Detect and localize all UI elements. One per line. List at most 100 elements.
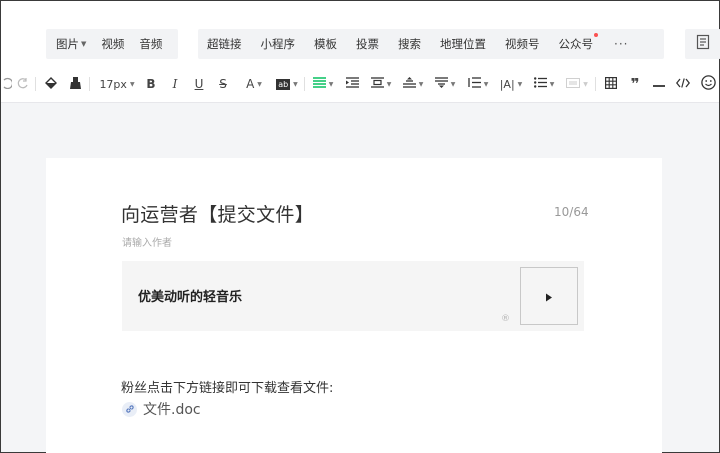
border-style-button[interactable]: ▼ bbox=[564, 75, 590, 93]
title-char-count: 10/64 bbox=[554, 205, 589, 219]
chevron-down-icon: ▼ bbox=[293, 80, 298, 88]
more-button[interactable]: ··· bbox=[614, 37, 628, 51]
insert-miniprogram-button[interactable]: 小程序 bbox=[261, 36, 296, 52]
paragraph-indent-icon bbox=[370, 77, 384, 91]
chevron-down-icon: ▼ bbox=[81, 40, 87, 48]
undo-button[interactable] bbox=[1, 75, 14, 93]
insert-search-button[interactable]: 搜索 bbox=[398, 36, 421, 52]
insert-official-account-button[interactable]: 公众号 bbox=[558, 33, 598, 52]
insert-search-label: 搜索 bbox=[398, 37, 421, 51]
play-icon bbox=[545, 287, 553, 306]
underline-label: U bbox=[194, 77, 204, 91]
undo-icon bbox=[2, 77, 14, 92]
background-color-label: ab bbox=[276, 78, 291, 90]
copyright-mark: ® bbox=[501, 314, 510, 324]
quote-icon: ❞ bbox=[630, 75, 640, 93]
insert-video-button[interactable]: 视频 bbox=[101, 36, 124, 52]
letter-spacing-button[interactable]: |A| ▼ bbox=[498, 75, 524, 93]
strikethrough-button[interactable]: S bbox=[216, 75, 230, 93]
media-insert-group: 图片 ▼ 视频 音频 bbox=[46, 29, 178, 59]
font-color-button[interactable]: A ▼ bbox=[241, 75, 267, 93]
chevron-down-icon: ▼ bbox=[483, 80, 489, 88]
font-size-select[interactable]: 17px ▼ bbox=[97, 75, 137, 93]
insert-table-button[interactable] bbox=[603, 75, 619, 93]
insert-template-label: 模板 bbox=[314, 37, 337, 51]
line-height-icon bbox=[468, 77, 481, 91]
horizontal-rule-icon bbox=[653, 77, 665, 91]
paragraph-indent-button[interactable]: ▼ bbox=[368, 75, 394, 93]
link-icon bbox=[122, 401, 137, 417]
emoji-icon bbox=[700, 75, 716, 93]
chevron-down-icon: ▼ bbox=[549, 80, 555, 88]
paint-bucket-icon bbox=[44, 76, 58, 93]
side-panel-button[interactable] bbox=[685, 29, 720, 59]
margin-bottom-button[interactable]: ▼ bbox=[433, 75, 457, 93]
insert-image-label: 图片 bbox=[56, 37, 79, 51]
insert-channels-button[interactable]: 视频号 bbox=[505, 36, 540, 52]
toolbar-divider bbox=[89, 77, 90, 91]
code-icon bbox=[675, 77, 691, 91]
document-list-icon bbox=[696, 34, 710, 54]
insert-location-button[interactable]: 地理位置 bbox=[440, 36, 486, 52]
list-button[interactable]: ▼ bbox=[532, 75, 556, 93]
chevron-down-icon: ▼ bbox=[386, 80, 392, 88]
insert-vote-label: 投票 bbox=[356, 37, 379, 51]
insert-image-button[interactable]: 图片 ▼ bbox=[56, 36, 86, 52]
redo-button[interactable] bbox=[15, 75, 31, 93]
format-toolbar: 17px ▼ B I U S A ▼ ab ▼ ▼ ▼ ▼ ▼ ▼ |A| ▼ ▼ ▼ bbox=[1, 65, 719, 103]
music-card[interactable]: 优美动听的轻音乐 ® bbox=[122, 261, 584, 331]
align-justify-icon bbox=[312, 77, 326, 91]
insert-audio-label: 音频 bbox=[139, 37, 163, 51]
spacing-top-icon bbox=[402, 77, 416, 91]
article-title-input[interactable]: 向运营者【提交文件】 bbox=[121, 200, 314, 227]
bullet-list-icon bbox=[533, 77, 547, 91]
divider-line-button[interactable] bbox=[651, 75, 667, 93]
body-paragraph[interactable]: 粉丝点击下方链接即可下载查看文件: bbox=[121, 377, 333, 396]
code-button[interactable] bbox=[674, 75, 692, 93]
align-justify-button[interactable]: ▼ bbox=[311, 75, 335, 93]
insert-hyperlink-button[interactable]: 超链接 bbox=[207, 36, 242, 52]
chevron-down-icon: ▼ bbox=[450, 80, 456, 88]
insert-bar: 图片 ▼ 视频 音频 超链接 小程序 模板 投票 搜索 地理位置 视频号 公众号 … bbox=[1, 1, 720, 65]
chevron-down-icon: ▼ bbox=[517, 80, 523, 88]
new-badge bbox=[594, 33, 598, 37]
italic-button[interactable]: I bbox=[168, 75, 182, 93]
toolbar-divider bbox=[595, 77, 596, 91]
clear-format-button[interactable] bbox=[67, 75, 83, 93]
chevron-down-icon: ▼ bbox=[328, 80, 334, 88]
border-icon bbox=[566, 77, 581, 91]
insert-vote-button[interactable]: 投票 bbox=[356, 36, 379, 52]
margin-top-button[interactable]: ▼ bbox=[401, 75, 425, 93]
background-color-button[interactable]: ab ▼ bbox=[273, 75, 301, 93]
chevron-down-icon: ▼ bbox=[418, 80, 424, 88]
strikethrough-label: S bbox=[219, 77, 227, 91]
font-color-label: A bbox=[246, 77, 255, 91]
music-title: 优美动听的轻音乐 bbox=[138, 290, 243, 305]
chevron-down-icon: ▼ bbox=[129, 80, 135, 88]
insert-location-label: 地理位置 bbox=[440, 37, 486, 51]
insert-audio-button[interactable]: 音频 bbox=[139, 36, 162, 52]
author-input[interactable]: 请输入作者 bbox=[122, 234, 172, 249]
insert-official-account-label: 公众号 bbox=[558, 37, 594, 51]
bold-button[interactable]: B bbox=[144, 75, 158, 93]
indent-icon bbox=[345, 77, 359, 91]
letter-spacing-label: |A| bbox=[499, 77, 515, 91]
insert-hyperlink-label: 超链接 bbox=[207, 37, 242, 51]
more-label: ··· bbox=[614, 37, 629, 51]
format-painter-button[interactable] bbox=[43, 75, 59, 93]
redo-icon bbox=[17, 77, 29, 92]
indent-button[interactable] bbox=[344, 75, 360, 93]
bold-label: B bbox=[146, 77, 156, 91]
table-icon bbox=[605, 76, 618, 92]
insert-video-label: 视频 bbox=[101, 37, 125, 51]
underline-button[interactable]: U bbox=[192, 75, 206, 93]
line-height-button[interactable]: ▼ bbox=[466, 75, 490, 93]
content-insert-group: 超链接 小程序 模板 投票 搜索 地理位置 视频号 公众号 ··· bbox=[198, 29, 664, 59]
file-attachment-link[interactable]: 文件.doc bbox=[122, 399, 201, 419]
emoji-button[interactable] bbox=[699, 75, 717, 93]
insert-miniprogram-label: 小程序 bbox=[260, 37, 296, 51]
quote-button[interactable]: ❞ bbox=[627, 75, 643, 93]
insert-template-button[interactable]: 模板 bbox=[314, 36, 337, 52]
music-play-button[interactable] bbox=[520, 267, 578, 325]
file-name: 文件.doc bbox=[143, 402, 201, 418]
